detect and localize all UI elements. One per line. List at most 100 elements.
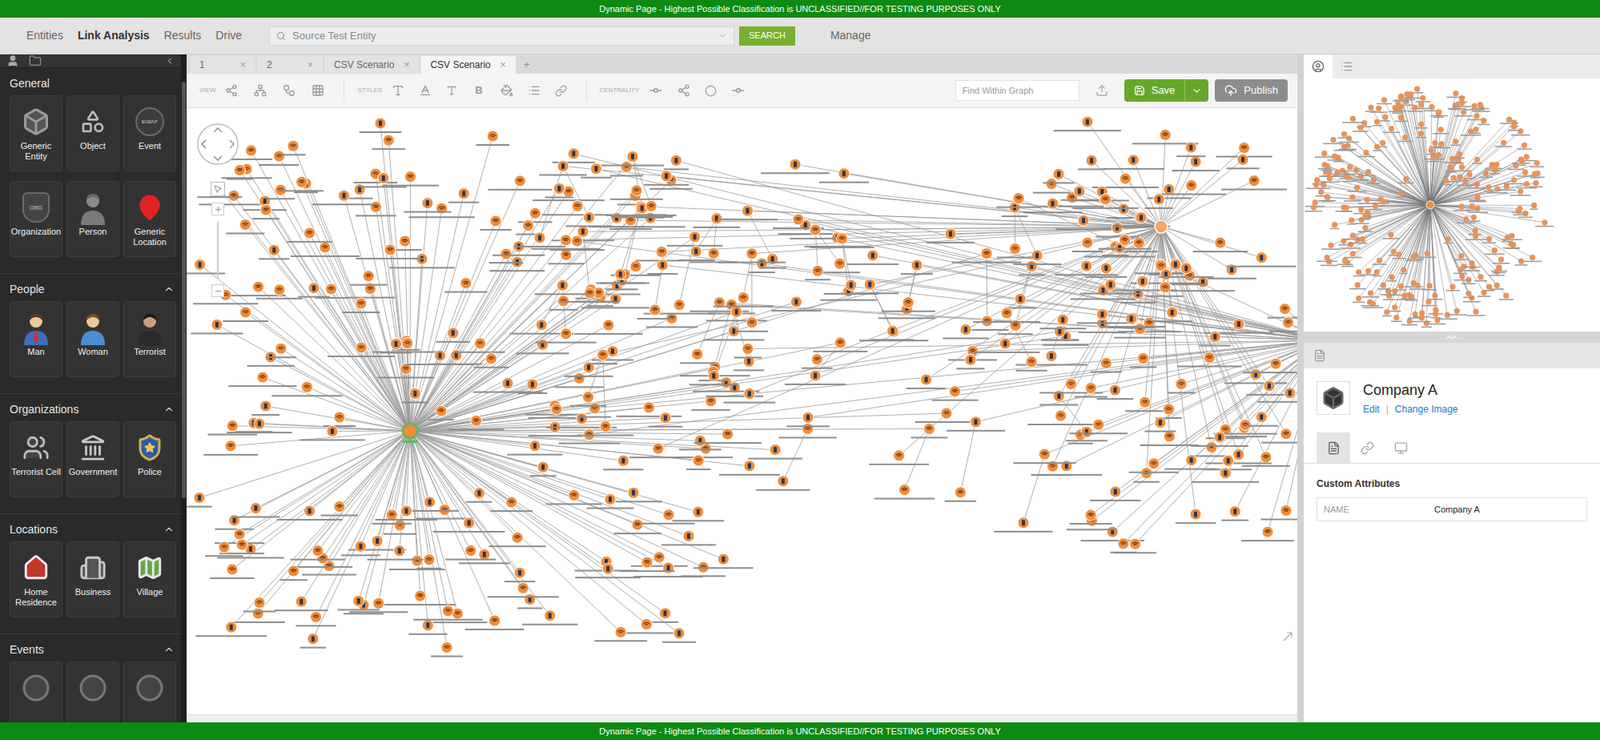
graph-node[interactable] [996, 192, 1042, 209]
graph-node[interactable] [228, 371, 297, 387]
graph-node[interactable] [651, 607, 679, 624]
entity-tile[interactable]: Person [66, 180, 120, 258]
graph-node[interactable] [1267, 303, 1298, 319]
graph-node[interactable] [686, 454, 711, 471]
graph-node[interactable] [679, 348, 715, 364]
entity-tile[interactable] [123, 661, 177, 723]
save-button[interactable]: Save [1124, 79, 1210, 102]
graph-node[interactable] [594, 626, 648, 642]
graph-node[interactable] [413, 605, 483, 621]
graph-node[interactable] [1113, 538, 1157, 554]
graph-node[interactable] [247, 351, 295, 367]
graph-node[interactable] [874, 484, 935, 500]
publish-button[interactable]: Publish [1214, 79, 1288, 102]
graph-node[interactable] [417, 554, 443, 570]
graph-node[interactable] [515, 338, 569, 354]
graph-node[interactable] [692, 213, 740, 229]
graph-node[interactable] [349, 270, 388, 286]
text-size-icon[interactable] [446, 84, 458, 97]
graph-node[interactable] [509, 319, 574, 335]
graph-node[interactable] [760, 158, 830, 174]
graph-node[interactable] [619, 556, 675, 572]
graph-node[interactable] [252, 204, 280, 220]
graph-node[interactable] [1171, 156, 1219, 172]
graph-node[interactable] [488, 531, 546, 547]
graph-node[interactable] [514, 232, 567, 248]
graph-node[interactable] [812, 337, 868, 353]
collapse-section-icon[interactable] [163, 403, 175, 415]
graph-node[interactable] [1061, 185, 1098, 202]
graph-node[interactable] [1156, 180, 1226, 196]
graph-node[interactable] [1098, 234, 1152, 250]
graph-node[interactable] [290, 241, 360, 258]
graph-node[interactable] [360, 172, 407, 188]
graph-node[interactable] [286, 227, 333, 243]
graph-node[interactable] [677, 245, 716, 262]
graph-node[interactable] [345, 283, 395, 299]
graph-node[interactable] [789, 224, 841, 240]
graph-node[interactable] [599, 269, 650, 285]
save-menu-icon[interactable] [1191, 85, 1203, 97]
graph-node[interactable] [281, 140, 306, 156]
betweenness-icon[interactable] [677, 84, 691, 97]
graph-node[interactable] [1205, 448, 1272, 464]
graph-node[interactable] [454, 337, 505, 354]
graph-node[interactable] [1146, 281, 1184, 298]
graph-node[interactable] [915, 407, 978, 423]
graph-node[interactable] [1069, 418, 1128, 435]
graph-node[interactable] [801, 353, 833, 370]
hierarchy-icon[interactable] [253, 84, 267, 97]
graph-node[interactable] [596, 268, 645, 284]
graph-node[interactable] [279, 176, 324, 192]
graph-node[interactable] [819, 257, 861, 274]
graph-node[interactable] [295, 611, 336, 627]
graph-node[interactable] [1224, 368, 1287, 384]
details-tab[interactable] [1316, 432, 1351, 463]
graph-node[interactable] [356, 244, 425, 260]
document-tab[interactable]: CSV Scenario× [420, 56, 515, 74]
entity-image[interactable] [1316, 381, 1351, 415]
document-tab[interactable]: CSV Scenario× [324, 56, 419, 74]
graph-node[interactable] [723, 388, 776, 404]
graph-node[interactable] [473, 377, 543, 394]
graph-node[interactable] [1226, 153, 1260, 169]
graph-node[interactable] [327, 341, 395, 358]
graph-node[interactable] [1005, 293, 1037, 309]
graph-node[interactable] [271, 381, 342, 397]
graph-node[interactable] [265, 342, 297, 358]
graph-node[interactable] [965, 315, 1010, 331]
graph-node[interactable] [672, 506, 725, 522]
graph-node[interactable] [900, 259, 933, 275]
graph-node[interactable] [522, 610, 578, 626]
graph-node[interactable] [205, 541, 244, 557]
graph-node[interactable] [1175, 508, 1216, 524]
graph-node[interactable] [1144, 193, 1174, 210]
graph-node[interactable] [367, 545, 433, 561]
graph-node[interactable] [389, 253, 455, 269]
entity-tile[interactable]: Terrorist [123, 301, 177, 378]
graph-node[interactable] [1140, 430, 1200, 447]
graph-node[interactable] [243, 597, 277, 613]
graph-node[interactable] [771, 296, 821, 312]
graph-node[interactable] [389, 554, 446, 571]
graph-node[interactable] [1193, 237, 1248, 253]
graph-node[interactable] [487, 582, 559, 598]
graph-node[interactable] [881, 297, 936, 313]
graph-node[interactable] [301, 560, 357, 576]
entity-tile[interactable]: Government [66, 421, 120, 498]
graph-node[interactable] [258, 244, 290, 260]
graph-node[interactable] [1241, 526, 1295, 542]
graph-node[interactable] [475, 130, 510, 146]
graph-node[interactable] [586, 494, 635, 510]
graph-node[interactable] [1261, 428, 1298, 444]
graph-node[interactable] [186, 258, 226, 274]
graph-node[interactable] [372, 134, 406, 150]
collapse-section-icon[interactable] [163, 643, 175, 656]
graph-node[interactable] [221, 163, 273, 179]
graph-node[interactable] [643, 170, 689, 186]
graph-node[interactable] [445, 545, 496, 561]
graph-node[interactable] [719, 460, 780, 476]
graph-node[interactable] [299, 425, 366, 441]
graph-node[interactable] [574, 319, 643, 335]
entity-tile[interactable]: ORGOrganization [9, 180, 63, 258]
